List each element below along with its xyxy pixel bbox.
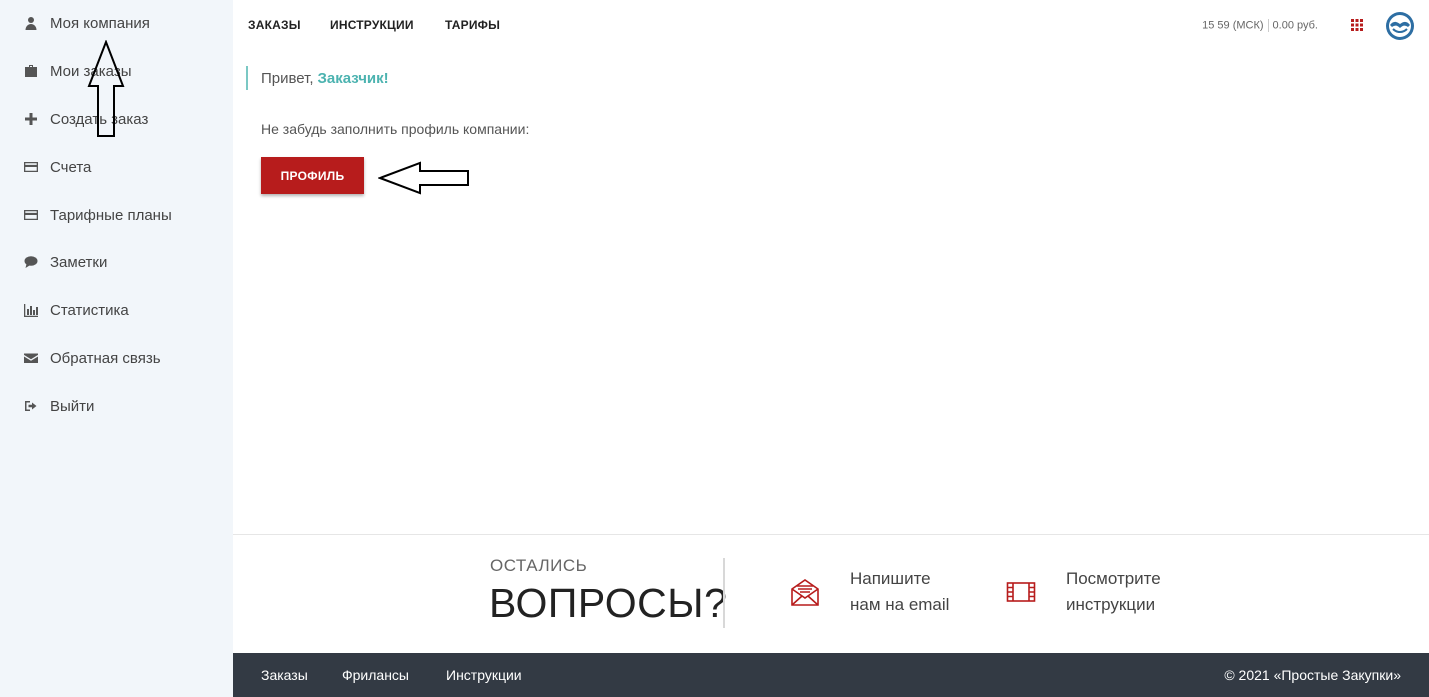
sidebar-item-my-company[interactable]: Моя компания <box>24 11 150 35</box>
user-icon <box>24 16 38 30</box>
section-divider <box>233 534 1429 535</box>
footer-instructions-link[interactable]: Инструкции <box>446 667 522 683</box>
instructions-line-1: Посмотрите <box>1066 569 1161 588</box>
email-line-1: Напишите <box>850 569 931 588</box>
footer: Заказы Фрилансы Инструкции © 2021 «Прост… <box>233 653 1429 697</box>
bar-chart-icon <box>24 303 38 317</box>
sign-out-icon <box>24 399 38 413</box>
footer-freelance-link[interactable]: Фрилансы <box>342 667 409 683</box>
sidebar-item-tariff-plans[interactable]: Тарифные планы <box>24 203 172 227</box>
footer-copyright: © 2021 «Простые Закупки» <box>1224 667 1401 683</box>
footer-orders-link[interactable]: Заказы <box>261 667 308 683</box>
sidebar-item-label: Статистика <box>50 301 129 319</box>
briefcase-icon <box>24 64 38 78</box>
credit-card-icon <box>24 160 38 174</box>
sidebar-item-label: Заметки <box>50 253 108 271</box>
profile-hint: Не забудь заполнить профиль компании: <box>261 121 530 137</box>
questions-small-title: ОСТАЛИСЬ <box>490 556 588 575</box>
sidebar-item-label: Выйти <box>50 397 95 415</box>
film-icon <box>1006 582 1036 602</box>
profile-button[interactable]: ПРОФИЛЬ <box>261 157 364 194</box>
sidebar-item-label: Тарифные планы <box>50 206 172 224</box>
sidebar-item-statistics[interactable]: Статистика <box>24 298 129 322</box>
greeting: Привет, Заказчик! <box>246 66 389 90</box>
topnav-tariffs-link[interactable]: ТАРИФЫ <box>445 18 500 32</box>
instructions-line-2: инструкции <box>1066 595 1156 614</box>
envelope-open-icon <box>791 579 819 606</box>
sidebar-item-label: Обратная связь <box>50 349 161 367</box>
questions-big-title: ВОПРОСЫ? <box>489 580 728 626</box>
annotation-arrow-left <box>378 161 469 195</box>
topnav-instructions-link[interactable]: ИНСТРУКЦИИ <box>330 18 414 32</box>
sidebar-item-label: Счета <box>50 158 92 176</box>
server-time: 15 59 (МСК) <box>1202 19 1264 32</box>
comment-icon <box>24 255 38 269</box>
envelope-icon <box>24 351 38 365</box>
write-email-link[interactable]: Напишите нам на email <box>790 566 949 618</box>
plus-icon <box>24 112 38 126</box>
annotation-arrow-up <box>87 40 125 137</box>
sidebar-item-invoices[interactable]: Счета <box>24 155 91 179</box>
sidebar-item-logout[interactable]: Выйти <box>24 394 94 418</box>
topnav-orders-link[interactable]: ЗАКАЗЫ <box>248 18 301 32</box>
credit-card-icon <box>24 208 38 222</box>
top-status: 15 59 (МСК) 0.00 руб. <box>1202 19 1318 32</box>
apps-grid-icon[interactable] <box>1351 19 1363 31</box>
status-separator <box>1267 19 1269 32</box>
questions-vertical-divider <box>723 558 725 628</box>
sidebar-item-feedback[interactable]: Обратная связь <box>24 346 161 370</box>
sidebar-item-label: Моя компания <box>50 14 150 32</box>
greeting-name: Заказчик! <box>317 69 389 87</box>
greeting-prefix: Привет, <box>261 69 314 87</box>
email-line-2: нам на email <box>850 595 950 614</box>
account-balance: 0.00 руб. <box>1272 19 1318 32</box>
company-logo-icon[interactable] <box>1385 11 1415 41</box>
sidebar-item-notes[interactable]: Заметки <box>24 250 107 274</box>
view-instructions-link[interactable]: Посмотрите инструкции <box>1006 566 1161 618</box>
